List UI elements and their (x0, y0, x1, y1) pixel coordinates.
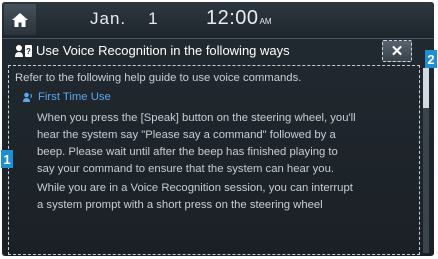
home-button[interactable] (4, 4, 36, 35)
clock: 12:00AM (206, 7, 272, 30)
close-icon: ✕ (390, 43, 404, 60)
date-month: Jan. (90, 9, 127, 28)
paragraph-line: say your command to ensure that the syst… (37, 163, 335, 175)
paragraph-line: beep. Please wait until after the beep h… (37, 146, 338, 158)
scrollbar[interactable] (423, 68, 429, 253)
paragraph-line: When you press the [Speak] button on the… (37, 112, 356, 124)
paragraph-1: When you press the [Speak] button on the… (37, 110, 356, 178)
date-day: 1 (148, 9, 159, 28)
intro-text: Refer to the following help guide to use… (15, 72, 302, 84)
home-icon (12, 12, 28, 27)
scrollbar-thumb[interactable] (423, 68, 429, 108)
close-button[interactable]: ✕ (382, 40, 412, 62)
help-title: Use Voice Recognition in the following w… (36, 43, 290, 58)
voice-recognition-help-icon: ? (15, 45, 32, 57)
help-header: ? Use Voice Recognition in the following… (2, 39, 434, 64)
voice-icon (23, 92, 32, 102)
paragraph-line: a system prompt with a short press on th… (37, 199, 323, 211)
svg-text:?: ? (26, 47, 31, 56)
ampm-text: AM (259, 17, 272, 26)
callout-marker-1: 1 (1, 150, 13, 168)
paragraph-line: While you are in a Voice Recognition ses… (37, 182, 353, 194)
status-bar: Jan. 1 12:00AM (2, 2, 434, 39)
paragraph-line: hear the system say "Please say a comman… (37, 129, 336, 141)
time-text: 12:00 (206, 7, 259, 29)
paragraph-2: While you are in a Voice Recognition ses… (37, 180, 353, 214)
callout-marker-2: 2 (425, 50, 437, 68)
section-title: First Time Use (38, 91, 111, 103)
date-display: Jan. 1 (90, 9, 159, 29)
infotainment-display: Jan. 1 12:00AM ? Use Voice Recognition in… (2, 2, 434, 256)
help-content[interactable]: Refer to the following help guide to use… (8, 65, 420, 255)
section-heading: First Time Use (23, 91, 111, 103)
screen: Jan. 1 12:00AM ? Use Voice Recognition in… (0, 0, 438, 259)
